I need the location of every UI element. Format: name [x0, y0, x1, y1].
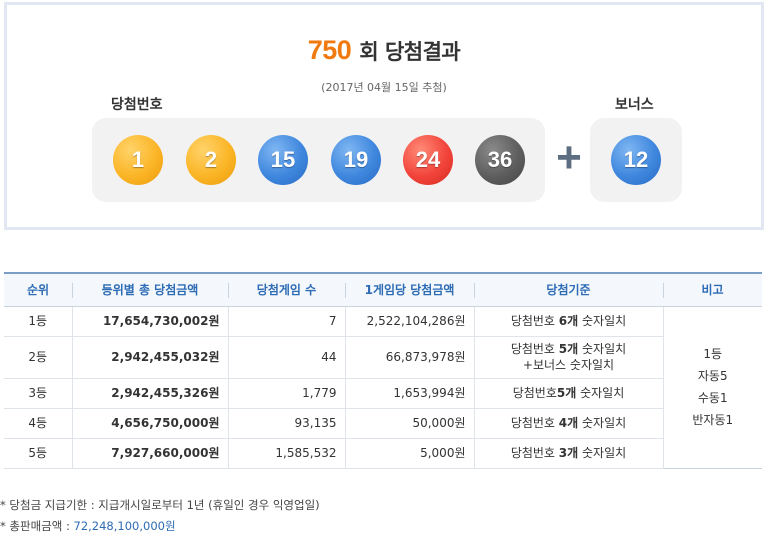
total-prize-cell: 7,927,660,000원	[71, 438, 228, 469]
bonus-ball: 12	[611, 135, 661, 185]
rank-cell: 4등	[4, 408, 72, 439]
criteria-bonus-line: +보너스 숫자일치	[522, 358, 615, 372]
prize-per-game-cell: 5,000원	[344, 438, 474, 469]
round-number: 750	[307, 35, 352, 65]
criteria-count: 3개	[558, 446, 579, 460]
criteria-suffix: 숫자일치	[576, 386, 625, 400]
lotto-ball-5: 24	[403, 135, 453, 185]
criteria-prefix: 당첨번호	[510, 314, 559, 328]
rank-cell: 3등	[4, 378, 72, 409]
note-cell: 1등 자동5 수동1 반자동1	[662, 306, 762, 468]
total-sales-label: * 총판매금액 :	[0, 519, 74, 533]
header-criteria: 당첨기준	[474, 273, 663, 307]
criteria-cell: 당첨번호 4개 숫자일치	[473, 408, 663, 439]
prize-table: 순위 등위별 총 당첨금액 당첨게임 수 1게임당 당첨금액 당첨기준 비고 1…	[4, 272, 762, 469]
page-title: 750 회 당첨결과	[7, 35, 761, 66]
table-row: 3등 2,942,455,326원 1,779 1,653,994원 당첨번호5…	[4, 378, 762, 409]
header-rank: 순위	[4, 273, 72, 307]
criteria-count: 4개	[558, 416, 579, 430]
total-prize-cell: 4,656,750,000원	[71, 408, 228, 439]
lotto-ball-1: 1	[113, 135, 163, 185]
payment-deadline-note: * 당첨금 지급기한 : 지급개시일로부터 1년 (휴일인 경우 익영업일)	[0, 498, 320, 512]
prize-per-game-cell: 2,522,104,286원	[344, 306, 474, 337]
table-row: 5등 7,927,660,000원 1,585,532 5,000원 당첨번호 …	[4, 438, 762, 469]
criteria-suffix: 숫자일치	[578, 416, 627, 430]
criteria-cell: 당첨번호 5개 숫자일치 +보너스 숫자일치	[473, 336, 663, 379]
criteria-count: 5개	[558, 342, 579, 356]
table-row: 1등 17,654,730,002원 7 2,522,104,286원 당첨번호…	[4, 306, 762, 468]
round-title-suffix: 회 당첨결과	[359, 40, 461, 64]
draw-date: (2017년 04월 15일 추첨)	[321, 81, 447, 94]
prize-per-game-cell: 1,653,994원	[344, 378, 474, 409]
total-prize-cell: 2,942,455,032원	[71, 336, 228, 379]
total-prize-cell: 2,942,455,326원	[71, 378, 228, 409]
winning-games-cell: 1,779	[227, 378, 345, 409]
winning-numbers-label: 당첨번호	[111, 97, 163, 113]
total-prize-cell: 17,654,730,002원	[71, 306, 228, 337]
criteria-prefix: 당첨번호	[510, 416, 559, 430]
header-note: 비고	[663, 273, 762, 307]
criteria-suffix: 숫자일치	[578, 342, 627, 356]
criteria-count: 6개	[558, 314, 579, 328]
header-total-prize: 등위별 총 당첨금액	[72, 273, 228, 307]
note-line: 수동1	[697, 391, 728, 405]
winning-numbers-box: 1 2 15 19 24 36	[92, 118, 545, 202]
prize-per-game-cell: 66,873,978원	[344, 336, 474, 379]
criteria-cell: 당첨번호5개 숫자일치	[473, 378, 663, 409]
table-row: 4등 4,656,750,000원 93,135 50,000원 당첨번호 4개…	[4, 408, 762, 439]
winning-games-cell: 93,135	[227, 408, 345, 439]
header-prize-per-game: 1게임당 당첨금액	[345, 273, 474, 307]
draw-result-panel: 750 회 당첨결과 (2017년 04월 15일 추첨) 당첨번호 보너스 1 …	[4, 2, 764, 230]
criteria-cell: 당첨번호 6개 숫자일치	[473, 306, 663, 337]
criteria-suffix: 숫자일치	[578, 446, 627, 460]
rank-cell: 1등	[4, 306, 72, 337]
criteria-prefix: 당첨번호	[510, 342, 559, 356]
winning-games-cell: 7	[227, 306, 345, 337]
note-line: 반자동1	[692, 413, 734, 427]
criteria-prefix: 당첨번호	[510, 446, 559, 460]
rank-cell: 5등	[4, 438, 72, 469]
winning-games-cell: 1,585,532	[227, 438, 345, 469]
table-row: 2등 2,942,455,032원 44 66,873,978원 당첨번호 5개…	[4, 336, 762, 379]
bonus-number-label: 보너스	[615, 97, 654, 113]
total-sales-value: 72,248,100,000원	[73, 519, 176, 533]
lotto-ball-6: 36	[475, 135, 525, 185]
lotto-ball-3: 15	[258, 135, 308, 185]
total-sales-note: * 총판매금액 : 72,248,100,000원	[0, 518, 176, 534]
lotto-ball-2: 2	[186, 135, 236, 185]
table-header-row: 순위 등위별 총 당첨금액 당첨게임 수 1게임당 당첨금액 당첨기준 비고	[4, 273, 762, 307]
note-line: 1등	[703, 347, 723, 361]
note-line: 자동5	[697, 369, 728, 383]
bonus-number-box: 12	[590, 118, 682, 202]
prize-per-game-cell: 50,000원	[344, 408, 474, 439]
criteria-prefix: 당첨번호	[512, 386, 557, 400]
criteria-count: 5개	[556, 386, 577, 400]
rank-cell: 2등	[4, 336, 72, 379]
criteria-suffix: 숫자일치	[578, 314, 627, 328]
winning-games-cell: 44	[227, 336, 345, 379]
header-winning-games: 당첨게임 수	[228, 273, 345, 307]
plus-icon: +	[556, 133, 582, 182]
criteria-cell: 당첨번호 3개 숫자일치	[473, 438, 663, 469]
lotto-ball-4: 19	[331, 135, 381, 185]
